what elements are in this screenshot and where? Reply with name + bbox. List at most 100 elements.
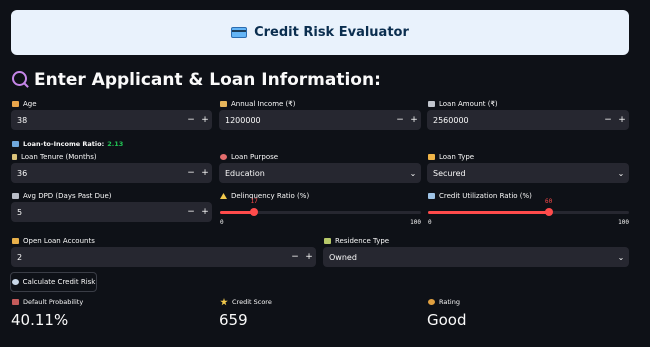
purpose-value[interactable]: Education [219,169,405,178]
loan-to-income-ratio: Loan-to-Income Ratio: 2.13 [12,140,123,148]
income-increment-button[interactable]: + [407,115,421,125]
slider-current-value: 60 [544,198,553,205]
utilization-label: Credit Utilization Ratio (%) [428,192,532,200]
utilization-label-text: Credit Utilization Ratio (%) [439,192,532,200]
loan-type-value[interactable]: Secured [427,169,613,178]
purpose-select[interactable]: Education ⌄ [219,163,421,183]
income-label: Annual Income (₹) [220,100,295,108]
slider-fill [220,211,255,214]
dpd-value[interactable]: 5 [11,208,184,217]
loan-amount-input[interactable]: 2560000 − + [427,110,629,130]
warning-icon [220,193,227,199]
slider-min-label: 0 [428,219,432,226]
header-banner: Credit Risk Evaluator [11,10,629,55]
income-input[interactable]: 1200000 − + [219,110,421,130]
tenure-label-text: Loan Tenure (Months) [21,153,97,161]
chart-down-icon [12,299,19,305]
delinquency-label: Delinquency Ratio (%) [220,192,309,200]
loan-type-label: Loan Type [428,153,474,161]
credit-card-icon [231,27,248,38]
chevron-down-icon[interactable]: ⌄ [613,253,629,262]
tenure-value[interactable]: 36 [11,169,184,178]
loan-amount-label-text: Loan Amount (₹) [439,100,498,108]
loan-amount-increment-button[interactable]: + [615,115,629,125]
default-probability-label: Default Probability [12,298,83,306]
chart-icon [428,193,435,199]
slider-max-label: 100 [410,219,421,226]
default-probability-label-text: Default Probability [23,298,84,306]
default-probability-value: 40.11% [11,311,69,329]
open-accounts-increment-button[interactable]: + [302,252,316,262]
folder-icon [12,238,19,244]
rating-label: Rating [428,298,460,306]
tag-icon [428,154,435,160]
page-title: Credit Risk Evaluator [254,25,409,40]
slider-current-value: 17 [250,198,258,205]
loan-type-select[interactable]: Secured ⌄ [427,163,629,183]
purpose-label-text: Loan Purpose [231,153,279,161]
medal-icon [428,299,435,305]
slider-thumb[interactable] [544,208,553,216]
section-heading-text: Enter Applicant & Loan Information: [34,70,381,90]
tenure-input[interactable]: 36 − + [11,163,212,183]
slider-fill [428,211,549,214]
income-value[interactable]: 1200000 [219,116,393,125]
tenure-decrement-button[interactable]: − [184,168,198,178]
residence-select[interactable]: Owned ⌄ [323,247,629,267]
residence-label-text: Residence Type [335,237,390,245]
age-label-text: Age [23,100,37,108]
ratio-label: Loan-to-Income Ratio: [23,140,105,148]
calculate-credit-risk-button[interactable]: Calculate Credit Risk [10,272,97,292]
age-input[interactable]: 38 − + [11,110,212,130]
age-decrement-button[interactable]: − [184,115,198,125]
delinquency-label-text: Delinquency Ratio (%) [231,192,310,200]
cake-icon [12,101,19,107]
chevron-down-icon[interactable]: ⌄ [405,169,421,178]
tenure-label: Loan Tenure (Months) [12,153,97,161]
open-accounts-decrement-button[interactable]: − [288,252,302,262]
dpd-decrement-button[interactable]: − [184,207,198,217]
slider-max-label: 100 [618,219,629,226]
calculate-button-label: Calculate Credit Risk [22,278,96,286]
house-icon [324,238,331,244]
age-value[interactable]: 38 [11,116,184,125]
chevron-down-icon[interactable]: ⌄ [613,169,629,178]
slider-thumb[interactable] [250,208,259,216]
dpd-label: Avg DPD (Days Past Due) [12,192,112,200]
slider-min-label: 0 [220,219,224,226]
section-heading: Enter Applicant & Loan Information: [12,70,381,90]
rating-label-text: Rating [439,298,460,306]
loan-type-label-text: Loan Type [439,153,475,161]
open-accounts-input[interactable]: 2 − + [11,247,316,267]
credit-score-value: 659 [219,311,248,329]
age-label: Age [12,100,37,108]
delinquency-slider[interactable]: 17 0 100 [220,198,421,230]
rating-value: Good [427,311,467,329]
target-icon [220,154,227,160]
residence-value[interactable]: Owned [323,253,613,262]
chart-icon [12,141,19,147]
star-icon [220,298,228,306]
age-increment-button[interactable]: + [198,115,212,125]
hourglass-icon [12,154,17,160]
tenure-increment-button[interactable]: + [198,168,212,178]
bank-icon [428,101,435,107]
residence-label: Residence Type [324,237,389,245]
ratio-value: 2.13 [107,140,124,148]
loan-amount-value[interactable]: 2560000 [427,116,601,125]
magnifier-icon [12,71,27,86]
income-label-text: Annual Income (₹) [231,100,296,108]
credit-score-label: Credit Score [220,298,272,306]
money-bag-icon [220,101,227,107]
open-accounts-value[interactable]: 2 [11,253,288,262]
loan-amount-label: Loan Amount (₹) [428,100,498,108]
dpd-increment-button[interactable]: + [198,207,212,217]
open-accounts-label-text: Open Loan Accounts [23,237,95,245]
magnifier-icon [11,279,19,285]
loan-amount-decrement-button[interactable]: − [601,115,615,125]
open-accounts-label: Open Loan Accounts [12,237,95,245]
credit-score-label-text: Credit Score [232,298,272,306]
income-decrement-button[interactable]: − [393,115,407,125]
dpd-input[interactable]: 5 − + [11,202,212,222]
utilization-slider[interactable]: 60 0 100 [428,198,629,230]
